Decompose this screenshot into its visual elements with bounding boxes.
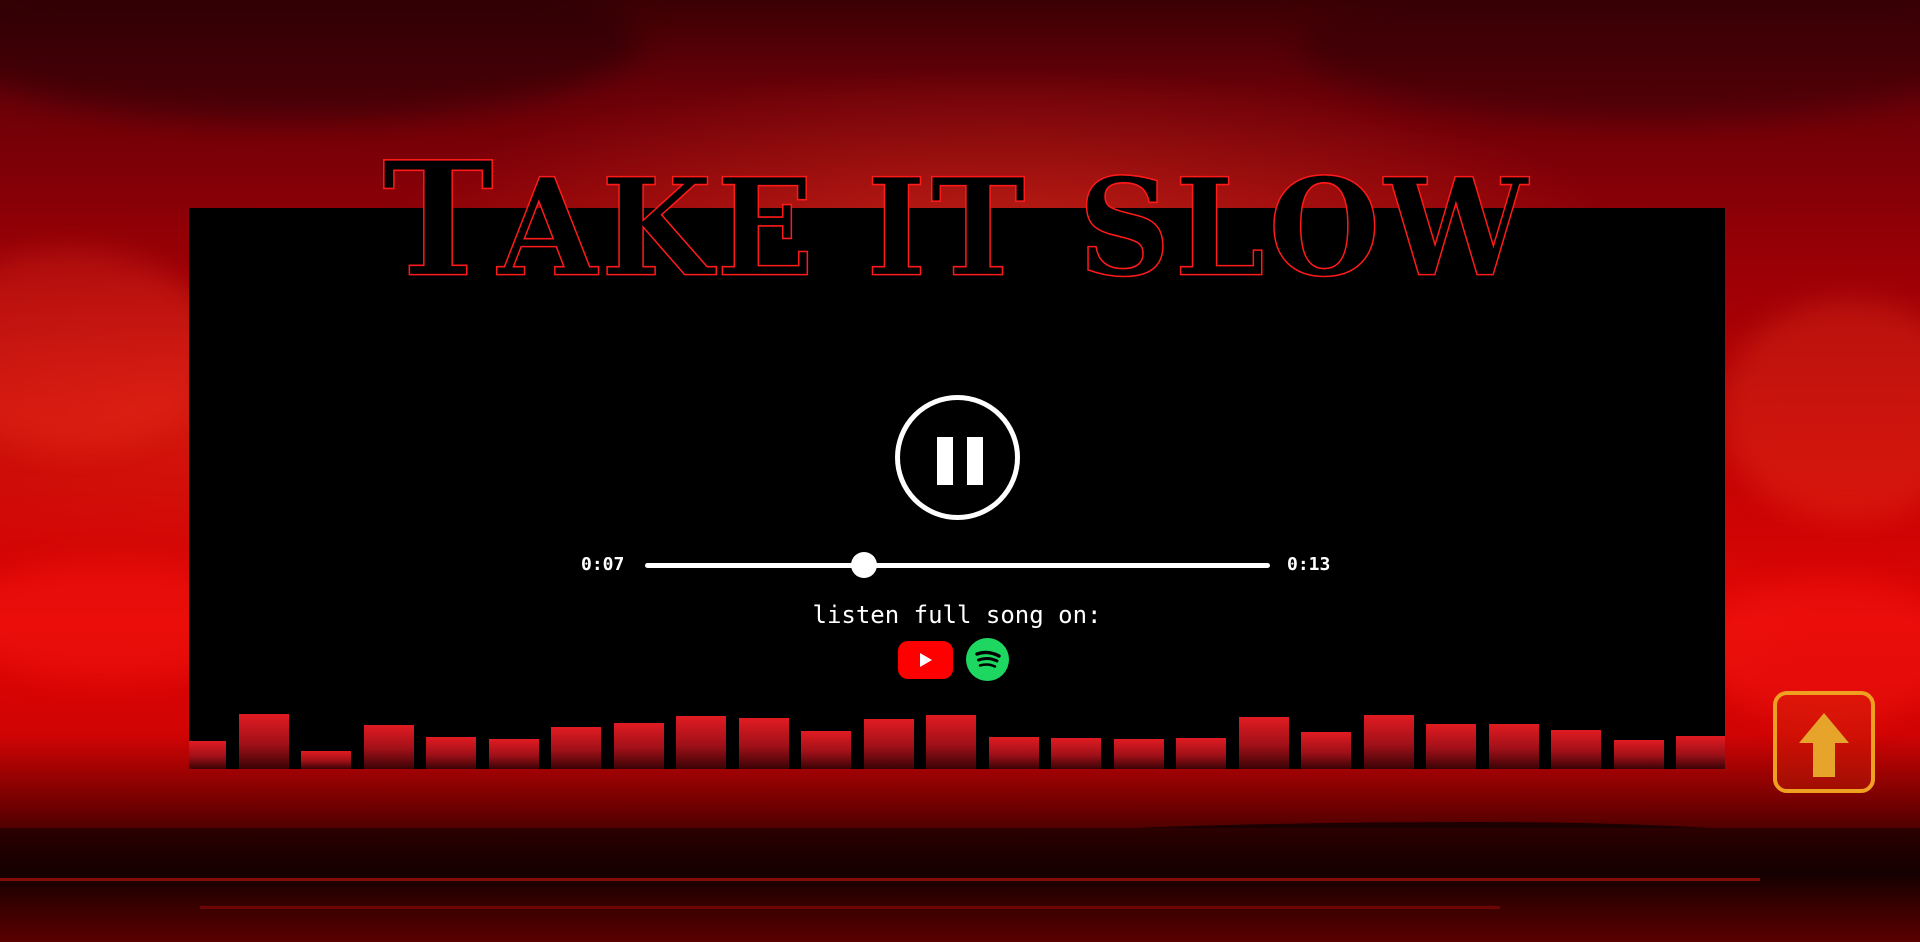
water-reflection <box>0 878 1760 881</box>
arrow-up-icon <box>1799 713 1849 777</box>
pause-button[interactable] <box>895 395 1020 520</box>
visualizer-bar <box>1238 717 1289 769</box>
visualizer-bar <box>1551 730 1601 769</box>
pause-icon-bar-right <box>967 437 983 485</box>
visualizer-bar <box>1051 738 1101 769</box>
water-reflection <box>200 906 1500 909</box>
visualizer-bar <box>363 725 414 769</box>
sky-cloud <box>0 250 220 450</box>
youtube-icon[interactable] <box>898 641 953 679</box>
song-title: TAKE IT SLOW <box>189 115 1725 325</box>
visualizer-bar <box>676 716 726 769</box>
visualizer-bar <box>1426 724 1476 769</box>
visualizer-bar <box>926 715 976 769</box>
visualizer-bar <box>863 719 914 769</box>
pause-icon-bar-left <box>937 437 953 485</box>
current-time: 0:07 <box>581 554 625 575</box>
visualizer-bar <box>1113 739 1164 769</box>
song-title-rest: AKE IT SLOW <box>497 149 1532 308</box>
visualizer-bar <box>426 737 476 769</box>
visualizer-bar <box>988 737 1039 769</box>
visualizer-bar <box>238 714 289 769</box>
visualizer-bar <box>1613 740 1664 769</box>
visualizer-bar <box>738 718 789 769</box>
spotify-icon[interactable] <box>966 638 1009 681</box>
visualizer-bar <box>488 739 539 769</box>
seek-bar[interactable] <box>645 552 1270 578</box>
sky-cloud <box>1300 0 1920 120</box>
youtube-play-triangle <box>920 653 932 667</box>
visualizer-bar <box>613 723 664 769</box>
sky-cloud <box>0 0 640 120</box>
visualizer-bar <box>189 741 226 769</box>
visualizer-bar <box>551 727 601 769</box>
visualizer-bar <box>801 731 851 769</box>
visualizer-bar <box>1363 715 1414 769</box>
visualizer-bar <box>1301 732 1351 769</box>
visualizer-bar <box>301 751 351 769</box>
shoreline <box>0 828 1920 942</box>
visualizer-bar <box>1176 738 1226 769</box>
seek-thumb[interactable] <box>850 552 877 578</box>
scroll-to-top-button[interactable] <box>1773 691 1875 793</box>
page-background: TAKE IT SLOW 0:07 0:13 listen full song … <box>0 0 1920 942</box>
total-time: 0:13 <box>1287 554 1331 575</box>
sky-cloud <box>1720 300 1920 520</box>
listen-label: listen full song on: <box>812 601 1102 629</box>
spotify-waves <box>975 650 1001 668</box>
visualizer-bar <box>1676 736 1725 769</box>
audio-visualizer <box>189 714 1725 769</box>
song-title-initial: T <box>381 127 498 313</box>
visualizer-bar <box>1488 724 1539 769</box>
